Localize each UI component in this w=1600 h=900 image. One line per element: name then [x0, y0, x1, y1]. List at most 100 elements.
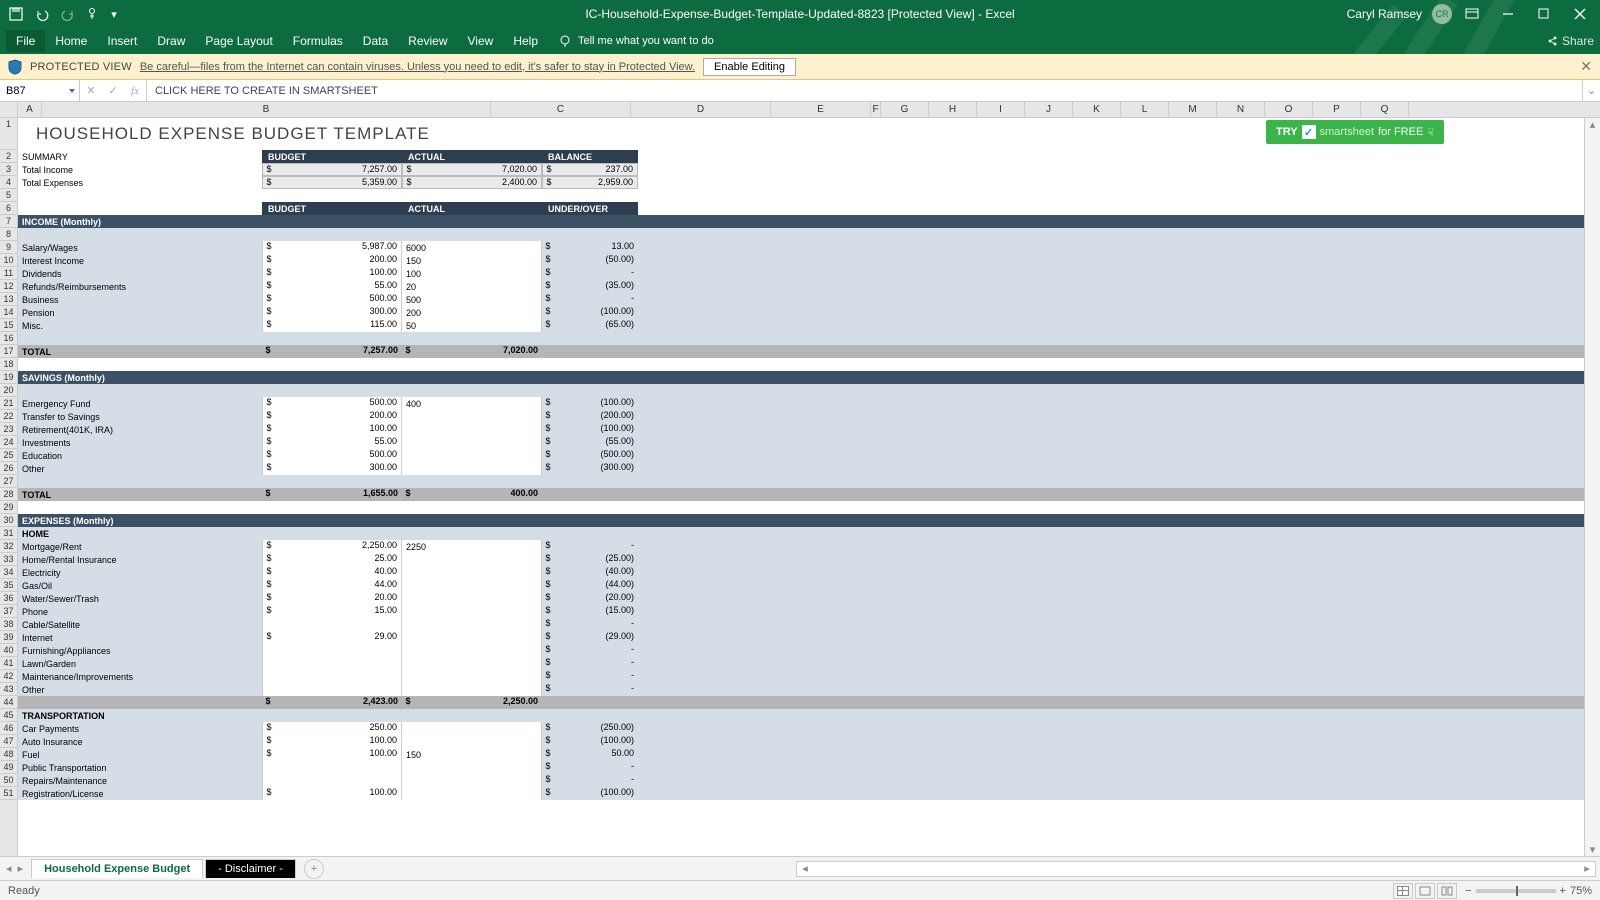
- under-over-cell[interactable]: $-: [542, 540, 638, 553]
- actual-cell[interactable]: 150: [402, 254, 542, 267]
- row-header[interactable]: 41: [0, 657, 17, 670]
- save-icon[interactable]: [4, 3, 28, 25]
- row-header[interactable]: 39: [0, 631, 17, 644]
- scroll-left-icon[interactable]: ◂: [797, 862, 813, 875]
- row-header[interactable]: 43: [0, 683, 17, 696]
- qat-customize-icon[interactable]: ▾: [108, 3, 120, 25]
- actual-cell[interactable]: 50: [402, 319, 542, 332]
- col-header[interactable]: B: [42, 102, 491, 117]
- cell[interactable]: [542, 696, 638, 709]
- row-header[interactable]: 42: [0, 670, 17, 683]
- tab-file[interactable]: File: [6, 30, 45, 52]
- budget-cell[interactable]: $20.00: [262, 592, 402, 605]
- tab-view[interactable]: View: [458, 30, 504, 52]
- new-sheet-button[interactable]: +: [304, 859, 324, 879]
- row-header[interactable]: 33: [0, 553, 17, 566]
- total-cell[interactable]: $7,020.00: [402, 345, 542, 358]
- cell[interactable]: Pension: [18, 306, 262, 319]
- tab-next-icon[interactable]: ▸: [18, 862, 24, 875]
- cell[interactable]: Registration/License: [18, 787, 262, 800]
- row-header[interactable]: 50: [0, 774, 17, 787]
- minimize-icon[interactable]: [1492, 3, 1524, 25]
- actual-cell[interactable]: [402, 735, 542, 748]
- under-over-cell[interactable]: $(100.00): [542, 397, 638, 410]
- cell[interactable]: Repairs/Maintenance: [18, 774, 262, 787]
- row-header[interactable]: 11: [0, 267, 17, 280]
- cell[interactable]: Other: [18, 462, 262, 475]
- summary-value[interactable]: $2,400.00: [402, 176, 542, 189]
- under-over-cell[interactable]: $(300.00): [542, 462, 638, 475]
- budget-cell[interactable]: $44.00: [262, 579, 402, 592]
- cell[interactable]: Water/Sewer/Trash: [18, 592, 262, 605]
- col-header[interactable]: L: [1121, 102, 1169, 117]
- actual-cell[interactable]: [402, 644, 542, 657]
- budget-cell[interactable]: [262, 618, 402, 631]
- summary-value[interactable]: $2,959.00: [542, 176, 638, 189]
- budget-cell[interactable]: $5,987.00: [262, 241, 402, 254]
- row-header[interactable]: 27: [0, 475, 17, 488]
- cell[interactable]: Investments: [18, 436, 262, 449]
- vertical-scrollbar[interactable]: ▴ ▾: [1584, 118, 1600, 856]
- under-over-cell[interactable]: $-: [542, 644, 638, 657]
- tab-review[interactable]: Review: [398, 30, 457, 52]
- total-cell[interactable]: $1,655.00: [262, 488, 402, 501]
- touch-mode-icon[interactable]: [82, 3, 106, 25]
- row-header[interactable]: 2: [0, 150, 17, 163]
- under-over-cell[interactable]: $-: [542, 761, 638, 774]
- cell[interactable]: Retirement(401K, IRA): [18, 423, 262, 436]
- tab-home[interactable]: Home: [45, 30, 97, 52]
- horizontal-scrollbar[interactable]: ◂ ▸: [796, 861, 1596, 877]
- cell[interactable]: SUMMARY: [18, 150, 262, 163]
- actual-cell[interactable]: [402, 566, 542, 579]
- cell[interactable]: Phone: [18, 605, 262, 618]
- budget-cell[interactable]: $100.00: [262, 423, 402, 436]
- under-over-cell[interactable]: $(100.00): [542, 735, 638, 748]
- cell[interactable]: Education: [18, 449, 262, 462]
- cell[interactable]: Transfer to Savings: [18, 410, 262, 423]
- col-header[interactable]: C: [491, 102, 631, 117]
- under-over-cell[interactable]: $-: [542, 293, 638, 306]
- under-over-cell[interactable]: $(20.00): [542, 592, 638, 605]
- budget-cell[interactable]: [262, 761, 402, 774]
- row-header[interactable]: 34: [0, 566, 17, 579]
- budget-cell[interactable]: [262, 657, 402, 670]
- row-header[interactable]: 8: [0, 228, 17, 241]
- col-header[interactable]: O: [1265, 102, 1313, 117]
- cell[interactable]: Other: [18, 683, 262, 696]
- budget-cell[interactable]: $100.00: [262, 735, 402, 748]
- under-over-cell[interactable]: $(500.00): [542, 449, 638, 462]
- col-header[interactable]: Q: [1361, 102, 1409, 117]
- budget-cell[interactable]: $2,250.00: [262, 540, 402, 553]
- actual-cell[interactable]: [402, 449, 542, 462]
- col-header[interactable]: G: [881, 102, 929, 117]
- under-over-cell[interactable]: $50.00: [542, 748, 638, 761]
- cell[interactable]: Salary/Wages: [18, 241, 262, 254]
- sheet-tab-disclaimer[interactable]: - Disclaimer -: [205, 859, 296, 878]
- actual-cell[interactable]: [402, 683, 542, 696]
- actual-cell[interactable]: 500: [402, 293, 542, 306]
- row-header[interactable]: 49: [0, 761, 17, 774]
- cell[interactable]: [542, 345, 638, 358]
- under-over-cell[interactable]: $(29.00): [542, 631, 638, 644]
- under-over-cell[interactable]: $-: [542, 683, 638, 696]
- cell[interactable]: Emergency Fund: [18, 397, 262, 410]
- col-header[interactable]: P: [1313, 102, 1361, 117]
- row-header[interactable]: 51: [0, 787, 17, 800]
- col-header[interactable]: K: [1073, 102, 1121, 117]
- zoom-out-button[interactable]: −: [1465, 885, 1471, 897]
- under-over-cell[interactable]: $(250.00): [542, 722, 638, 735]
- cell[interactable]: Electricity: [18, 566, 262, 579]
- budget-cell[interactable]: $15.00: [262, 605, 402, 618]
- row-header[interactable]: 23: [0, 423, 17, 436]
- protected-close-icon[interactable]: ✕: [1580, 58, 1592, 75]
- cell[interactable]: SAVINGS (Monthly): [18, 371, 638, 384]
- subtotal-cell[interactable]: $2,423.00: [262, 696, 402, 709]
- under-over-cell[interactable]: $(40.00): [542, 566, 638, 579]
- budget-cell[interactable]: $100.00: [262, 787, 402, 800]
- smartsheet-button[interactable]: TRY ✓ smartsheet for FREE ☟: [1266, 120, 1444, 144]
- actual-cell[interactable]: 100: [402, 267, 542, 280]
- row-header[interactable]: 16: [0, 332, 17, 345]
- cell[interactable]: Gas/Oil: [18, 579, 262, 592]
- row-header[interactable]: 3: [0, 163, 17, 176]
- row-header[interactable]: 32: [0, 540, 17, 553]
